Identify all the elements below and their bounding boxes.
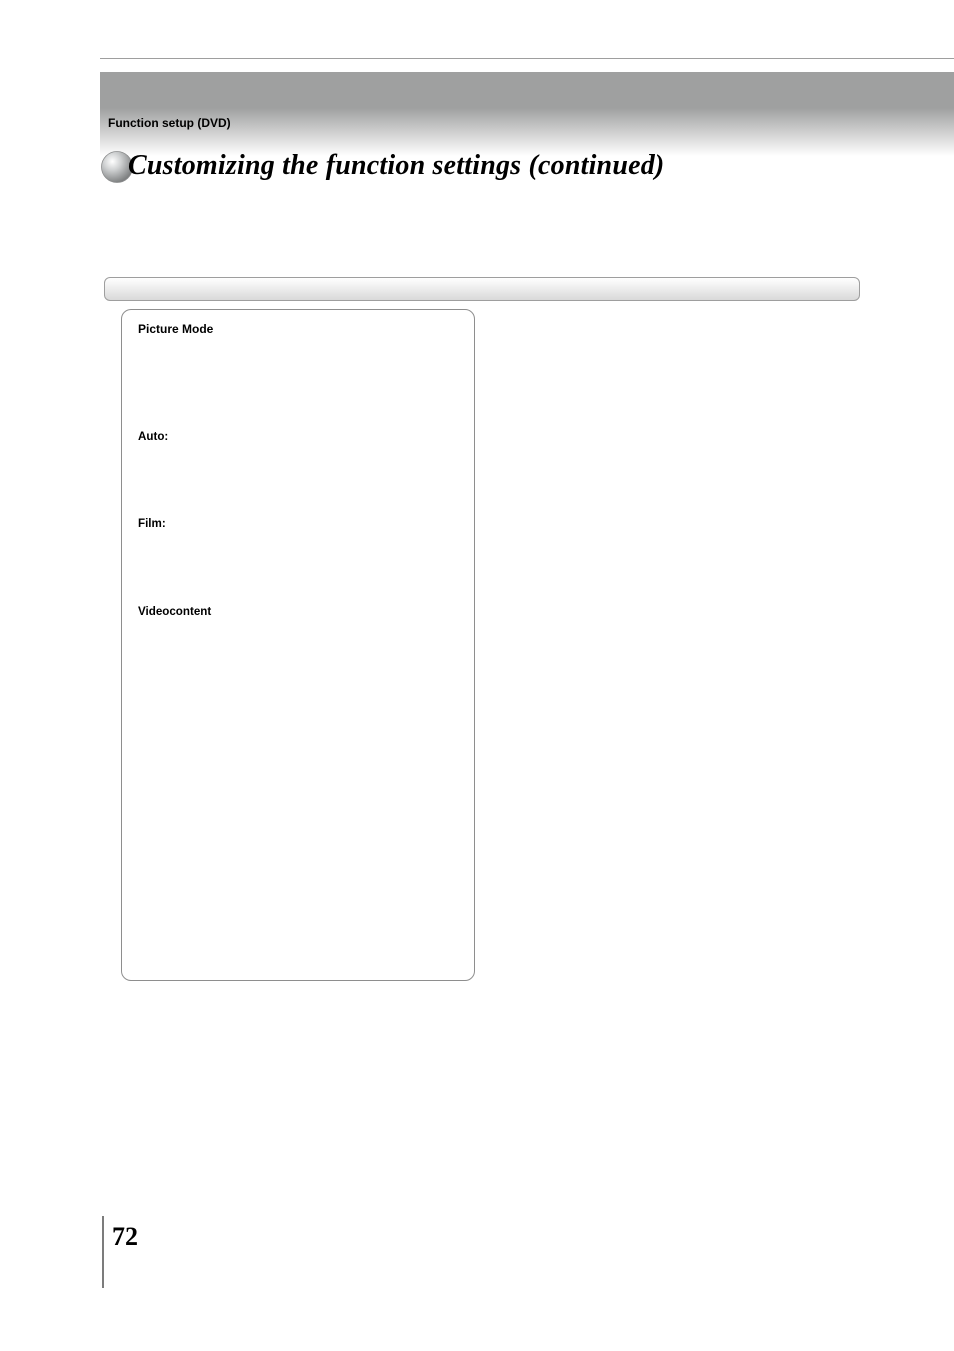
- page-number: 72: [112, 1222, 138, 1252]
- label-videocontent: Videocontent: [138, 604, 211, 619]
- card-note: Note Depending on the disc, pictures may…: [138, 684, 458, 733]
- note-item: Depending on the disc, pictures may be c…: [154, 703, 458, 733]
- desc-videocontent: : The DVD player filters video signal, a…: [138, 625, 458, 670]
- desc-film: The DVD player converts film content pic…: [201, 516, 451, 591]
- header-band-solid: [100, 72, 954, 108]
- breadcrumb: Function setup (DVD): [108, 116, 231, 130]
- picture-mode-card: Picture Mode There are two types of sour…: [121, 309, 475, 981]
- top-divider: [100, 58, 954, 59]
- label-film: Film:: [138, 516, 198, 531]
- page-number-rule: [102, 1216, 104, 1288]
- page-title: Customizing the function settings (conti…: [128, 150, 664, 182]
- row-auto: Auto: Select this position normally. The…: [138, 429, 458, 504]
- row-videocontent: Videocontent : The DVD player filters vi…: [138, 604, 458, 670]
- card-intro: There are two types of source content in…: [138, 342, 458, 417]
- row-film: Film: The DVD player converts film conte…: [138, 516, 458, 591]
- label-auto: Auto:: [138, 429, 198, 444]
- section-bar-picture: Picture: [104, 277, 860, 301]
- note-heading: Note: [138, 685, 163, 698]
- desc-auto: Select this position normally. The DVD p…: [201, 429, 451, 504]
- card-title: Picture Mode: [138, 322, 458, 338]
- header-band: [100, 72, 954, 156]
- page-root: Function setup (DVD) Customizing the fun…: [0, 0, 954, 1351]
